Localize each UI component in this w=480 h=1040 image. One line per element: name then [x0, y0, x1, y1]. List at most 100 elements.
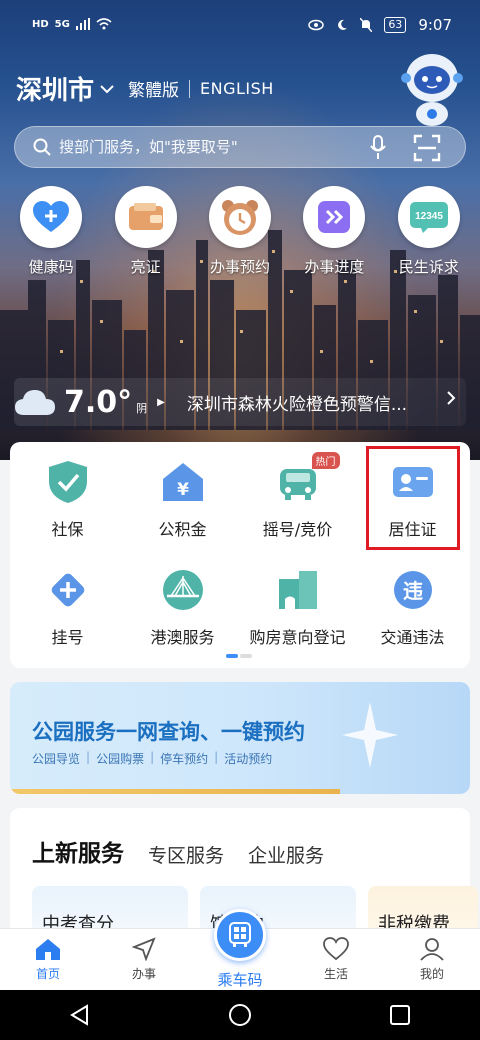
- weather-bar[interactable]: 7.0° 阴 ▶ 深圳市森林火险橙色预警信...: [14, 378, 466, 426]
- nav-life[interactable]: 生活: [288, 929, 384, 990]
- traditional-chinese-link[interactable]: 繁體版: [128, 76, 179, 101]
- nav-label: 乘车码: [217, 971, 263, 989]
- tab-new-services[interactable]: 上新服务: [32, 834, 124, 868]
- nav-label: 生活: [323, 967, 348, 981]
- page-dot-active: [226, 654, 238, 658]
- nav-profile[interactable]: 我的: [384, 929, 480, 990]
- bottom-navigation: 首页 办事 乘车码 生活 我的: [0, 909, 480, 990]
- weather-alert-text[interactable]: 深圳市森林火险橙色预警信...: [187, 390, 427, 415]
- quick-label: 健康码: [28, 258, 74, 276]
- health-code-icon: [20, 186, 83, 248]
- wifi-icon: [96, 18, 112, 30]
- service-housing-fund[interactable]: ¥ 公积金: [125, 458, 240, 544]
- nav-label: 首页: [35, 967, 60, 981]
- recents-square-icon[interactable]: [389, 1004, 411, 1026]
- weather-condition: 阴: [136, 402, 148, 415]
- park-service-banner[interactable]: 公园服务一网查询、一键预约 公园导览 | 公园购票 | 停车预约 | 活动预约: [10, 682, 470, 794]
- annotation-highlight-box: [366, 446, 460, 550]
- quick-hotline[interactable]: 12345 民生诉求: [383, 186, 475, 277]
- service-label: 公积金: [158, 520, 207, 539]
- appointment-bear-icon: [208, 186, 271, 248]
- nav-label: 我的: [419, 967, 444, 981]
- link-separator: |: [214, 750, 219, 764]
- chevron-right-icon[interactable]: [446, 390, 456, 411]
- hotline-12345-icon: 12345: [397, 186, 460, 248]
- battery-indicator: 63: [384, 17, 407, 33]
- quick-health-code[interactable]: 健康码: [5, 186, 97, 277]
- traffic-violation-icon: 违: [389, 566, 437, 614]
- user-icon: [420, 938, 444, 961]
- hot-badge: 热门: [311, 452, 340, 469]
- search-input[interactable]: [59, 138, 369, 156]
- quick-actions: 健康码 亮证 办事预约 办事进度 12345 民生诉求: [0, 186, 480, 277]
- quick-show-cert[interactable]: 亮证: [100, 186, 192, 277]
- service-label: 挂号: [51, 628, 84, 647]
- caret-right-icon: ▶: [157, 396, 165, 408]
- quick-label: 办事进度: [304, 258, 365, 276]
- bus-code-icon: [214, 909, 266, 961]
- svg-text:违: 违: [403, 579, 423, 603]
- navigate-icon: [132, 937, 156, 961]
- search-bar[interactable]: [14, 126, 466, 168]
- link-separator: |: [150, 750, 155, 764]
- quick-progress[interactable]: 办事进度: [288, 186, 380, 277]
- signal-icon: [75, 18, 90, 30]
- banner-link-parking[interactable]: 停车预约: [160, 750, 208, 767]
- banner-links: 公园导览 | 公园购票 | 停车预约 | 活动预约: [32, 750, 272, 767]
- service-house-purchase[interactable]: 购房意向登记: [240, 566, 355, 652]
- search-icon: [33, 138, 51, 156]
- mascot-robot-icon[interactable]: [396, 48, 468, 126]
- banner-title: 公园服务一网查询、一键预约: [32, 720, 305, 744]
- svg-text:12345: 12345: [415, 211, 443, 222]
- progress-icon: [303, 186, 366, 248]
- service-tabs: 上新服务 专区服务 企业服务: [32, 834, 324, 868]
- service-label: 摇号/竞价: [262, 520, 333, 539]
- page-indicator: [226, 654, 252, 658]
- scan-icon[interactable]: [413, 134, 441, 162]
- service-lottery[interactable]: 热门 摇号/竞价: [240, 452, 355, 544]
- mute-bell-icon: [360, 18, 373, 32]
- microphone-icon[interactable]: [369, 135, 387, 161]
- english-link[interactable]: ENGLISH: [200, 79, 274, 98]
- housing-fund-icon: ¥: [159, 458, 207, 506]
- home-icon: [36, 939, 60, 960]
- page-dot: [240, 654, 252, 658]
- banner-link-activity[interactable]: 活动预约: [224, 750, 272, 767]
- quick-label: 民生诉求: [398, 258, 459, 276]
- quick-label: 办事预约: [209, 258, 270, 276]
- eye-icon: [308, 19, 325, 31]
- moon-icon: [338, 19, 348, 30]
- home-circle-icon[interactable]: [228, 1003, 252, 1027]
- city-selector[interactable]: 深圳市: [16, 70, 94, 107]
- quick-appointment[interactable]: 办事预约: [194, 186, 286, 277]
- car-icon: 热门: [274, 452, 340, 506]
- service-social-security[interactable]: 社保: [10, 458, 125, 544]
- wallet-icon: [114, 186, 177, 248]
- heart-icon: [323, 937, 349, 961]
- city-language-bar: 深圳市 繁體版 ENGLISH: [16, 70, 274, 107]
- nav-services[interactable]: 办事: [96, 929, 192, 990]
- bridge-icon: [159, 566, 207, 614]
- service-grid-card: 社保 ¥ 公积金 热门 摇号/竞价 居住证 挂号 港澳服务 购房意向登记 违 交…: [10, 442, 470, 668]
- cloud-icon: [15, 390, 55, 415]
- quick-label: 亮证: [130, 258, 161, 276]
- link-separator: |: [86, 750, 91, 764]
- nav-label: 办事: [131, 967, 156, 981]
- service-traffic-violation[interactable]: 违 交通违法: [355, 566, 470, 652]
- service-label: 港澳服务: [150, 628, 215, 647]
- banner-link-tickets[interactable]: 公园购票: [96, 750, 144, 767]
- status-bar: HD 5G 63 9:07: [0, 0, 480, 52]
- back-triangle-icon[interactable]: [69, 1004, 91, 1026]
- nav-home[interactable]: 首页: [0, 929, 96, 990]
- tab-enterprise-services[interactable]: 企业服务: [248, 841, 324, 868]
- banner-link-guide[interactable]: 公园导览: [32, 750, 80, 767]
- tab-zone-services[interactable]: 专区服务: [148, 841, 224, 868]
- chevron-down-icon[interactable]: [100, 79, 114, 98]
- svg-text:¥: ¥: [177, 480, 189, 500]
- nav-bus-code[interactable]: 乘车码: [192, 909, 288, 990]
- service-label: 交通违法: [380, 628, 445, 647]
- banner-accent-bar: [10, 789, 340, 794]
- service-hk-macau[interactable]: 港澳服务: [125, 566, 240, 652]
- service-registration[interactable]: 挂号: [10, 566, 125, 652]
- 5g-badge: 5G: [54, 18, 70, 30]
